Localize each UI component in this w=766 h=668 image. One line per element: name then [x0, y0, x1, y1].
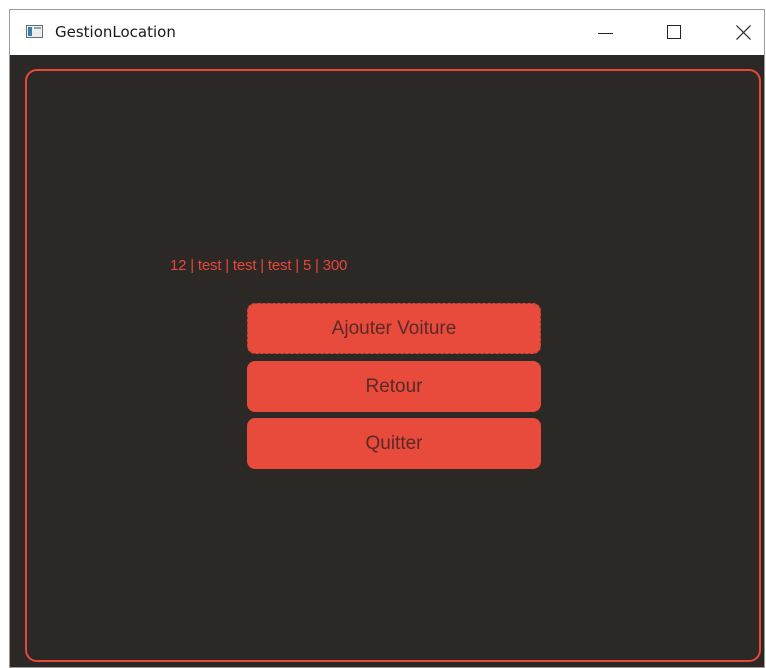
minimize-button[interactable] — [582, 10, 628, 55]
maximize-icon — [667, 25, 681, 39]
quit-button[interactable]: Quitter — [247, 418, 541, 469]
back-button[interactable]: Retour — [247, 361, 541, 412]
minimize-icon — [598, 33, 613, 34]
app-window: GestionLocation 12 | test | test | test … — [9, 9, 765, 668]
record-info-label: 12 | test | test | test | 5 | 300 — [170, 257, 348, 274]
maximize-button[interactable] — [651, 10, 697, 55]
close-icon — [736, 25, 751, 40]
title-bar[interactable]: GestionLocation — [10, 10, 764, 55]
add-car-button[interactable]: Ajouter Voiture — [247, 303, 541, 354]
window-title: GestionLocation — [55, 23, 176, 41]
close-button[interactable] — [720, 10, 764, 55]
app-window-icon — [26, 25, 43, 38]
